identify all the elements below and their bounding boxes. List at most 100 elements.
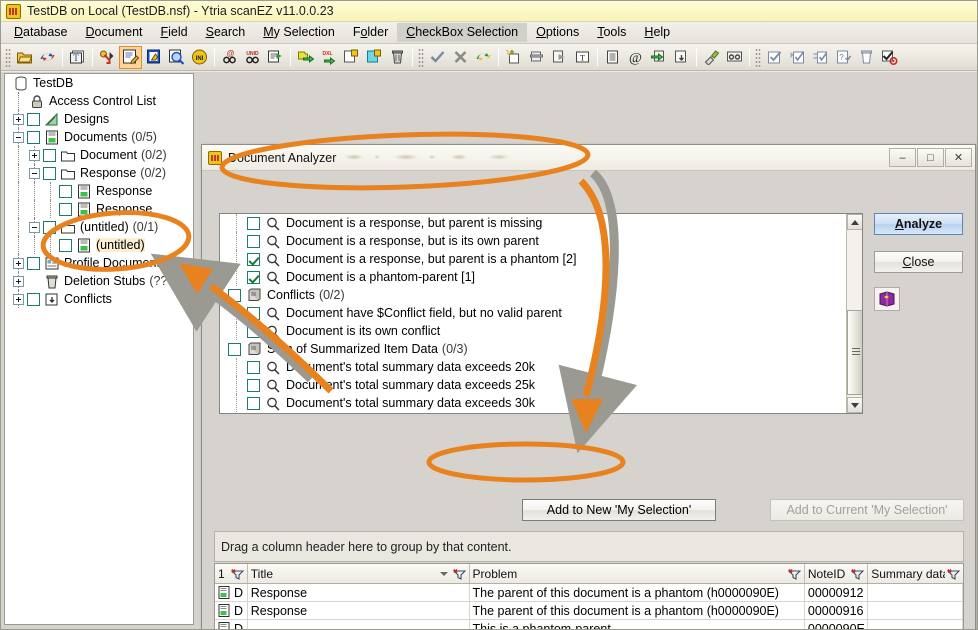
import-green-icon[interactable] [294, 46, 317, 69]
results-grid[interactable]: 1 Title Problem NoteID Summary dat D Res… [214, 563, 964, 629]
criteria-item[interactable]: Document is its own conflict [220, 322, 848, 340]
tree-checkbox[interactable] [43, 220, 56, 234]
checkbox-help-icon[interactable]: ? [832, 46, 855, 69]
criteria-checkbox[interactable] [247, 252, 260, 266]
tree-node-document[interactable]: Document (0/2) [5, 146, 193, 164]
criteria-item[interactable]: Document is a phantom-parent [1] [220, 268, 848, 286]
tree-checkbox[interactable] [27, 130, 40, 144]
filter-icon[interactable] [230, 568, 245, 580]
criteria-checkbox[interactable] [247, 234, 260, 248]
check-mark-icon[interactable] [426, 46, 449, 69]
criteria-item[interactable]: Document is a response, but parent is mi… [220, 214, 848, 232]
tree-node-documents[interactable]: Documents (0/5) [5, 128, 193, 146]
find-by-at-icon[interactable]: @ [218, 46, 241, 69]
criteria-checkbox[interactable] [247, 216, 260, 230]
filter-icon[interactable] [850, 568, 865, 580]
scrollbar-thumb[interactable] [847, 310, 862, 395]
checkbox-select-icon[interactable] [763, 46, 786, 69]
refresh-green-icon[interactable] [472, 46, 495, 69]
table-row[interactable]: D Response The parent of this document i… [215, 584, 963, 602]
export-list-icon[interactable] [264, 46, 287, 69]
design-document-icon[interactable] [142, 46, 165, 69]
find-by-unid-icon[interactable]: UNID [241, 46, 264, 69]
menu-checkbox-selection[interactable]: CheckBox Selection [397, 23, 528, 42]
agent-run-icon[interactable] [647, 46, 670, 69]
tree-node-untitled-folder[interactable]: (untitled) (0/1) [5, 218, 193, 236]
filter-icon[interactable] [946, 568, 961, 580]
add-to-new-my-selection-button[interactable]: Add to New 'My Selection' [522, 499, 716, 521]
tree-checkbox[interactable] [27, 256, 40, 270]
criteria-checkbox[interactable] [247, 270, 260, 284]
menu-search[interactable]: Search [197, 23, 255, 42]
close-button[interactable]: ✕ [945, 148, 972, 167]
maximize-button[interactable]: □ [917, 148, 944, 167]
scroll-down-button[interactable] [847, 397, 862, 413]
expander-icon[interactable] [29, 149, 40, 161]
group-by-drop-area[interactable]: Drag a column header here to group by th… [214, 531, 964, 562]
close-dialog-button[interactable]: Close [874, 251, 963, 273]
checkbox-filter-icon[interactable] [786, 46, 809, 69]
checkbox-target-icon[interactable] [878, 46, 901, 69]
properties-list-icon[interactable] [601, 46, 624, 69]
compare-icon[interactable] [723, 46, 746, 69]
ini-settings-icon[interactable]: INI [188, 46, 211, 69]
tree-checkbox[interactable] [43, 166, 56, 180]
criteria-vertical-scrollbar[interactable] [846, 214, 862, 413]
new-document-icon[interactable] [502, 46, 525, 69]
criteria-item[interactable]: Document's total summary data exceeds 30… [220, 394, 848, 412]
column-header-summary-data[interactable]: Summary data... [868, 564, 963, 583]
expander-icon[interactable] [29, 221, 40, 233]
criteria-group[interactable]: Sum of Summarized Item Data (0/3) [220, 340, 848, 358]
tree-node-testdb[interactable]: TestDB [5, 74, 193, 92]
criteria-checkbox[interactable] [228, 288, 241, 302]
criteria-item[interactable]: Document's total summary data exceeds 20… [220, 358, 848, 376]
checkbox-swap-icon[interactable] [809, 46, 832, 69]
criteria-checkbox[interactable] [247, 324, 260, 338]
tree-node-deletion-stubs[interactable]: Deletion Stubs (???) [5, 272, 193, 290]
menu-folder[interactable]: Folder [344, 23, 397, 42]
menu-tools[interactable]: Tools [588, 23, 635, 42]
table-row[interactable]: D This is a phantom-parent 0000090E [215, 620, 963, 629]
tree-node-response-doc[interactable]: Response [5, 200, 193, 218]
search-document-icon[interactable] [165, 46, 188, 69]
copy-page-icon[interactable] [340, 46, 363, 69]
criteria-checkbox[interactable] [247, 396, 260, 410]
menu-field[interactable]: Field [152, 23, 197, 42]
menu-options[interactable]: Options [527, 23, 588, 42]
clean-brush-icon[interactable] [700, 46, 723, 69]
expander-icon[interactable] [13, 293, 24, 305]
column-header-noteid[interactable]: NoteID [805, 564, 869, 583]
analyze-button[interactable]: Analyze [874, 213, 963, 235]
criteria-checkbox[interactable] [247, 306, 260, 320]
tree-node-access-control-list[interactable]: Access Control List [5, 92, 193, 110]
tree-node-response-doc[interactable]: Response [5, 182, 193, 200]
tree-checkbox[interactable] [59, 184, 72, 198]
acl-key-icon[interactable] [96, 46, 119, 69]
cross-mark-icon[interactable] [449, 46, 472, 69]
expander-icon[interactable] [13, 275, 24, 287]
refresh-icon[interactable] [36, 46, 59, 69]
checkbox-delete-icon[interactable] [855, 46, 878, 69]
tree-node-profile-documents[interactable]: Profile Documents [5, 254, 193, 272]
export-down-icon[interactable] [670, 46, 693, 69]
toolbar-grip[interactable] [5, 47, 11, 67]
text-document-icon[interactable]: T [66, 46, 89, 69]
tree-checkbox[interactable] [59, 202, 72, 216]
analysis-criteria-list[interactable]: Document is a response, but parent is mi… [219, 213, 863, 414]
criteria-item[interactable]: Document is a response, but parent is a … [220, 250, 848, 268]
toolbar-grip[interactable] [755, 47, 761, 67]
criteria-item[interactable]: Document is a response, but is its own p… [220, 232, 848, 250]
column-header-problem[interactable]: Problem [470, 564, 805, 583]
column-header-title[interactable]: Title [248, 564, 470, 583]
toolbar-grip[interactable] [418, 47, 424, 67]
tree-node-untitled-doc[interactable]: (untitled) [5, 236, 193, 254]
menu-my-selection[interactable]: My Selection [254, 23, 344, 42]
archive-document-icon[interactable] [525, 46, 548, 69]
tree-checkbox[interactable] [43, 148, 56, 162]
menu-document[interactable]: Document [77, 23, 152, 42]
expander-icon[interactable] [29, 167, 40, 179]
criteria-checkbox[interactable] [228, 342, 241, 356]
criteria-item[interactable]: Document's total summary data exceeds 25… [220, 376, 848, 394]
table-row[interactable]: D Response The parent of this document i… [215, 602, 963, 620]
open-database-icon[interactable] [13, 46, 36, 69]
